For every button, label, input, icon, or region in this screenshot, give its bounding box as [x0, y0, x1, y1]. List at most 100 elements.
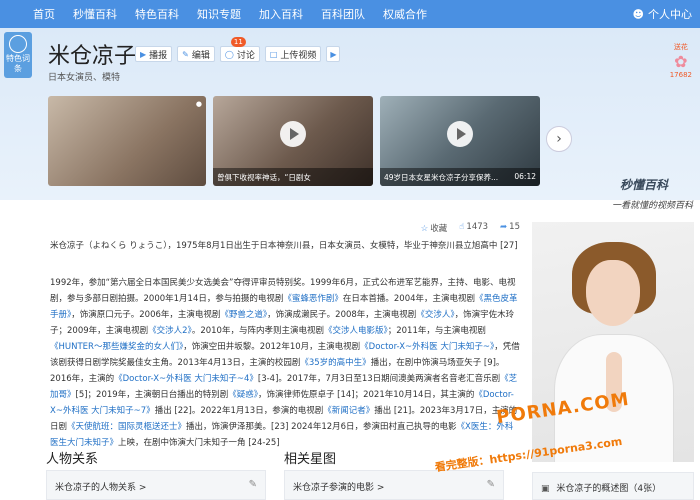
work-link[interactable]: 《交涉人》: [416, 310, 454, 320]
relations-title: 人物关系: [46, 452, 99, 467]
play-icon: [447, 120, 473, 147]
upload-icon: □: [269, 49, 278, 59]
edit-label: 编辑: [191, 50, 210, 61]
video-logo-icon: ●: [195, 100, 202, 108]
brand-logo: 秒懂百科: [620, 178, 669, 192]
upload-label: 上传视频: [280, 50, 317, 61]
video-caption-text: 49岁日本女星米仓凉子分享保养...: [384, 173, 499, 182]
career-text: [3-4]。2017年，7月3日至13日期间澳美两演者名音老汇音乐剧: [257, 374, 501, 384]
next-videos-button[interactable]: ›: [546, 126, 572, 152]
relations-link-label: 米仓凉子的人物关系 >: [55, 483, 147, 493]
nav-item-cooperation[interactable]: 权威合作: [374, 6, 436, 22]
play-button[interactable]: ▶ 播报: [135, 46, 173, 62]
nav-item-home[interactable]: 首页: [24, 6, 64, 22]
video-thumbnail[interactable]: 49岁日本女星米仓凉子分享保养... 06:12: [380, 96, 540, 186]
like-button[interactable]: ☝ 1473: [459, 222, 488, 234]
entry-stats: ☆ 收藏 ☝ 1473 ➦ 15: [421, 222, 520, 234]
upload-video-button[interactable]: □ 上传视频: [264, 46, 322, 62]
portrait-photo[interactable]: [532, 222, 694, 462]
pencil-icon: ✎: [182, 49, 189, 59]
badge-text: 特色词条: [6, 54, 30, 73]
work-link[interactable]: 《天使航班：国际灵柩送还士》: [67, 422, 186, 432]
career-text: ；2011年，与主演电视剧: [387, 326, 486, 336]
nav-item-topics[interactable]: 知识专题: [188, 6, 250, 22]
brand-slogan: 一看就懂的视频百科: [612, 201, 694, 211]
play-label: 播报: [149, 50, 168, 61]
discuss-count-badge: 11: [230, 37, 246, 47]
entry-header: 特色词条 米仓凉子 日本女演员、模特 ▶ 播报 ✎ 编辑 11 ◯ 讨论 □ 上…: [0, 28, 700, 211]
career-text: 。2010年，与阵内孝则主演电视剧: [191, 326, 324, 336]
thumb-up-icon: ☝: [459, 222, 465, 232]
nav-item-join[interactable]: 加入百科: [250, 6, 312, 22]
work-link[interactable]: 《Doctor-X~外科医 大门未知子~》: [360, 342, 494, 352]
featured-entry-badge: 特色词条: [4, 32, 32, 78]
flower-like[interactable]: 送花 ✿ 17682: [670, 42, 692, 79]
edit-icon[interactable]: ✎: [487, 479, 495, 490]
photo-face-shape: [586, 260, 640, 326]
career-text: 在日本首播。2004年，主演电视剧: [342, 294, 476, 304]
video-thumbnail[interactable]: ●: [48, 96, 206, 186]
career-text: ，饰演原口元子。2006年，主演电视剧: [71, 310, 221, 320]
career-text: 播出 [22]。2022年1月13日，参演的电视剧: [154, 406, 324, 416]
shares-count: 15: [509, 222, 520, 232]
films-link[interactable]: 米仓凉子参演的电影 > ✎: [284, 470, 504, 500]
speaker-icon: ▶: [140, 49, 147, 59]
nav-item-team[interactable]: 百科团队: [312, 6, 374, 22]
career-text: 上映，在剧中饰演大门未知子一角 [24-25]: [118, 438, 280, 448]
work-link[interactable]: 《Doctor-X~外科医 大门未知子~4》: [114, 374, 258, 384]
work-link[interactable]: 《疑惑》: [228, 390, 258, 400]
main-content: ☆ 收藏 ☝ 1473 ➦ 15 米仓凉子（よねくら りょうこ），1975年8月1日出…: [30, 208, 520, 500]
photo-caption-text: 米仓凉子的概述图（4张）: [556, 484, 662, 494]
chat-icon: ◯: [224, 49, 234, 59]
edit-button[interactable]: ✎ 编辑: [177, 46, 215, 62]
relations-link[interactable]: 米仓凉子的人物关系 > ✎: [46, 470, 266, 500]
intro-paragraph: 米仓凉子（よねくら りょうこ），1975年8月1日出生于日本神奈川县，日本女演员…: [50, 241, 518, 251]
career-text: ，饰演成濑民子。2008年，主演电视剧: [267, 310, 417, 320]
career-text: 播出，饰演伊泽那美。[23] 2024年12月6日，参演田村直己执导的电影: [186, 422, 457, 432]
career-text: ，饰演空田井坂黎。2012年10月，主演电视剧: [183, 342, 361, 352]
entry-actions: ▶ 播报 ✎ 编辑 11 ◯ 讨论 □ 上传视频 ▶: [135, 37, 341, 62]
like-count: 17682: [669, 71, 692, 79]
star-icon: ☆: [420, 224, 429, 234]
work-link[interactable]: 《蜜蜂恶作剧》: [283, 294, 343, 304]
play-square-icon: ▶: [330, 49, 337, 59]
career-text: ，饰演律师佐原卓子 [14]；2021年10月14日，其主演的: [257, 390, 475, 400]
user-center-label: 个人中心: [648, 8, 692, 21]
work-link[interactable]: 《交涉人2》: [148, 326, 192, 336]
video-thumbnail[interactable]: 曾俱下收视率神话，“日剧女: [213, 96, 373, 186]
badge-icon: [9, 35, 27, 53]
share-icon: ➦: [500, 222, 508, 232]
video-play-button[interactable]: ▶: [326, 46, 341, 62]
video-thumbnails: ● 曾俱下收视率神话，“日剧女 49岁日本女星米仓凉子分享保养... 06:12: [48, 96, 540, 186]
page-subtitle: 日本女演员、模特: [48, 73, 121, 83]
image-icon: ▣: [541, 484, 550, 494]
work-link[interactable]: 《野兽之道》: [220, 310, 267, 320]
collect-button[interactable]: ☆ 收藏: [421, 222, 448, 234]
films-link-label: 米仓凉子参演的电影 >: [293, 483, 385, 493]
play-icon: [280, 120, 306, 147]
star-map-title: 相关星图: [284, 452, 337, 467]
work-link[interactable]: 《HUNTER～那些嫌奖金的女人们》: [50, 342, 183, 352]
nav-item-featured[interactable]: 特色百科: [126, 6, 188, 22]
work-link[interactable]: 《新闻记者》: [323, 406, 374, 416]
user-center-link[interactable]: ☻ 个人中心: [633, 6, 692, 22]
collect-label: 收藏: [430, 224, 448, 234]
video-caption: 曾俱下收视率神话，“日剧女: [213, 168, 373, 186]
edit-icon[interactable]: ✎: [249, 479, 257, 490]
discuss-label: 讨论: [236, 50, 255, 61]
nav-item-miaodong[interactable]: 秒懂百科: [64, 6, 126, 22]
top-nav: 首页 秒懂百科 特色百科 知识专题 加入百科 百科团队 权威合作 ☻ 个人中心: [0, 0, 700, 28]
like-label: 送花: [673, 43, 688, 51]
career-paragraph: 1992年，参加“第六届全日本国民美少女选美会”夺得评审员特别奖。1999年6月…: [50, 275, 520, 451]
page-title: 米仓凉子: [48, 44, 137, 69]
discuss-button[interactable]: 11 ◯ 讨论: [219, 37, 260, 62]
photo-album-link[interactable]: ▣ 米仓凉子的概述图（4张）: [532, 472, 694, 500]
video-caption-text: 曾俱下收视率神话，“日剧女: [217, 173, 311, 182]
flower-icon: ✿: [674, 52, 688, 71]
video-duration: 06:12: [514, 172, 536, 181]
work-link[interactable]: 《交涉人电影版》: [324, 326, 388, 336]
likes-count: 1473: [466, 222, 489, 232]
share-button[interactable]: ➦ 15: [500, 222, 520, 234]
user-icon: ☻: [632, 7, 644, 21]
work-link[interactable]: 《35岁的高中生》: [300, 358, 370, 368]
